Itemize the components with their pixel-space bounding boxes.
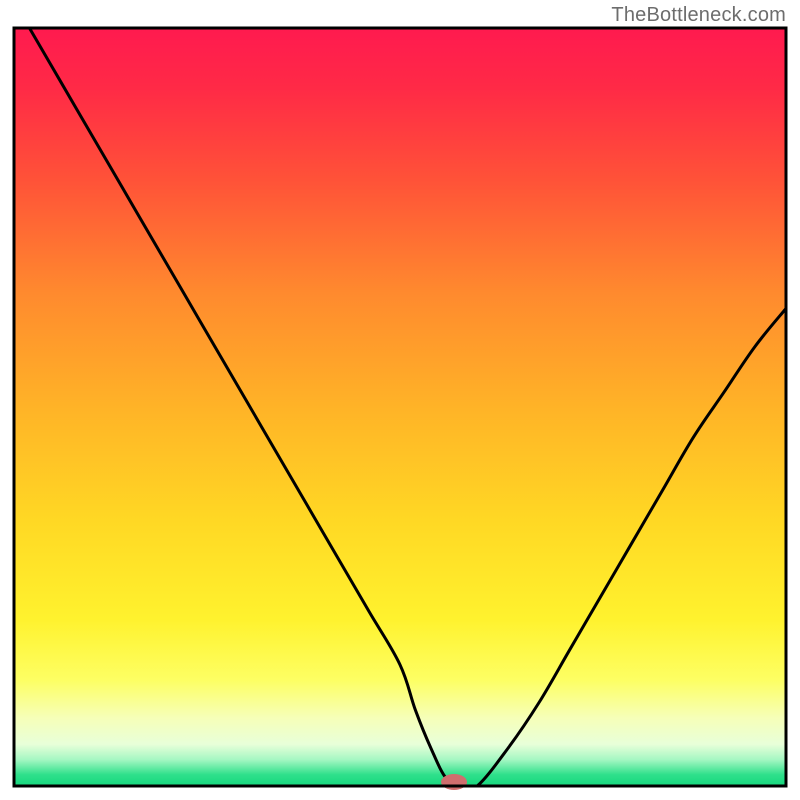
gradient-background: [14, 28, 786, 786]
watermark-text: TheBottleneck.com: [611, 4, 786, 27]
chart-container: TheBottleneck.com: [0, 0, 800, 800]
plot-area: [14, 28, 786, 790]
minimum-marker: [441, 774, 467, 790]
bottleneck-chart: [0, 0, 800, 800]
